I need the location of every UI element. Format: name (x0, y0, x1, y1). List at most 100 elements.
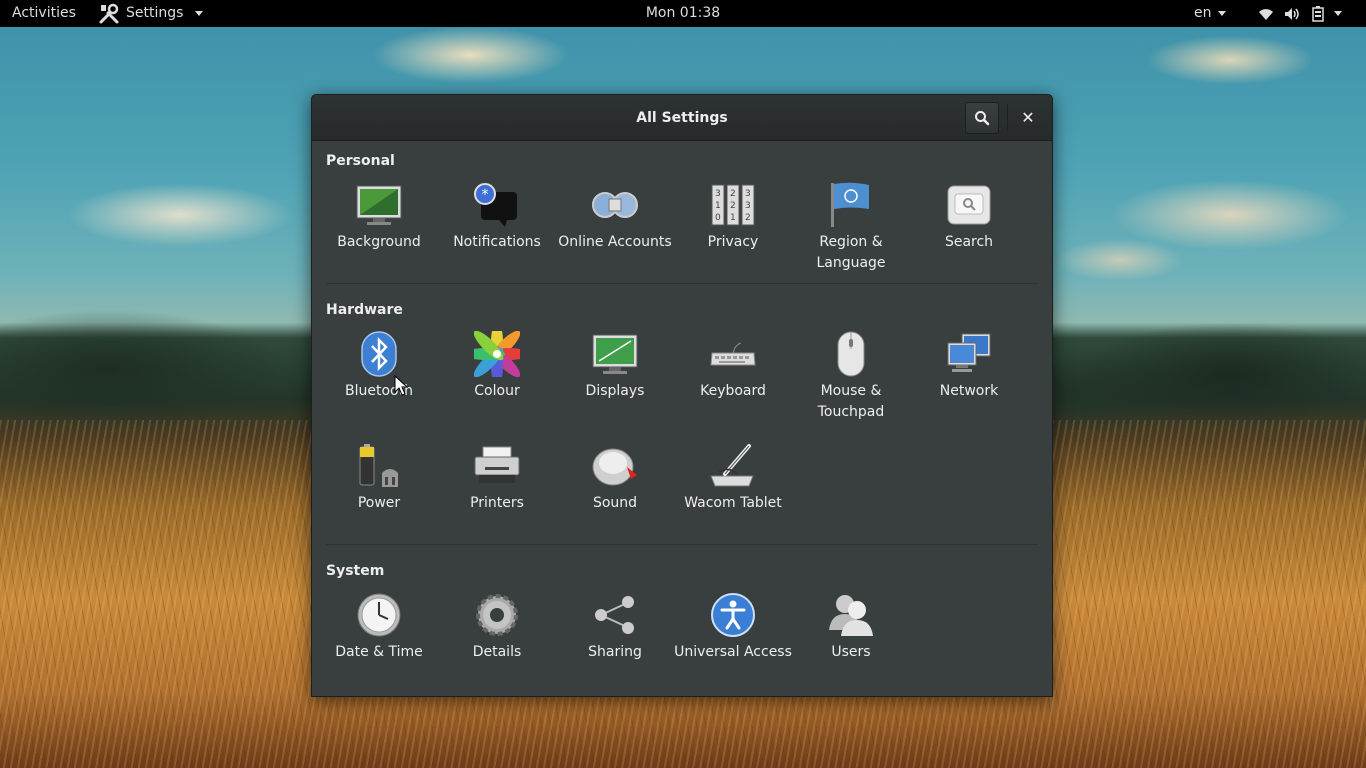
panel-label: Date & Time (335, 644, 423, 660)
panel-details[interactable]: Details (438, 591, 556, 663)
panel-sharing[interactable]: Sharing (556, 591, 674, 663)
section-title-system: System (326, 563, 385, 579)
panel-background[interactable]: Background (320, 181, 438, 253)
header-separator (1007, 104, 1008, 131)
tools-icon (99, 3, 119, 23)
window-title: All Settings (636, 110, 728, 126)
display-icon (591, 330, 639, 378)
colour-icon (473, 330, 521, 378)
wifi-icon (1259, 8, 1273, 20)
panel-label: Keyboard (700, 383, 766, 399)
panel-label: Power (357, 495, 401, 511)
panel-privacy[interactable]: 310221332 Privacy (674, 181, 792, 253)
flag-icon (827, 181, 875, 229)
search-icon (975, 111, 990, 126)
battery-icon (355, 442, 403, 490)
panel-region-language[interactable]: Region & Language (792, 181, 910, 274)
share-icon (591, 591, 639, 639)
svg-text:0: 0 (715, 213, 721, 223)
panel-power[interactable]: Power (320, 442, 438, 514)
mouse-icon (827, 330, 875, 378)
printer-icon (473, 442, 521, 490)
app-menu-label: Settings (126, 5, 184, 21)
svg-text:1: 1 (715, 201, 721, 211)
panel-universal-access[interactable]: Universal Access (674, 591, 792, 663)
close-icon: ✕ (1021, 107, 1035, 127)
privacy-icon: 310221332 (709, 181, 757, 229)
notifications-icon: * (473, 181, 521, 229)
panel-printers[interactable]: Printers (438, 442, 556, 514)
panel-label: Bluetooth (345, 383, 413, 399)
top-bar: Activities Settings Mon 01:38 en (0, 0, 1366, 27)
panel-label: Mouse & Touchpad (817, 383, 885, 420)
panel-label: Sharing (588, 644, 642, 660)
panel-users[interactable]: Users (792, 591, 910, 663)
header-bar: All Settings ✕ (312, 95, 1052, 141)
settings-window: All Settings ✕ Personal Background * Not… (311, 94, 1053, 697)
panel-label: Privacy (707, 234, 759, 250)
search-icon (945, 181, 993, 229)
panel-label: Notifications (453, 234, 541, 250)
panel-bluetooth[interactable]: Bluetooth (320, 330, 438, 402)
chevron-down-icon (1217, 10, 1226, 16)
panel-label: Online Accounts (558, 234, 672, 250)
search-button[interactable] (965, 102, 999, 134)
panel-displays[interactable]: Displays (556, 330, 674, 402)
background-icon (355, 181, 403, 229)
section-divider (326, 283, 1038, 284)
clock[interactable]: Mon 01:38 (646, 5, 720, 21)
svg-text:2: 2 (730, 201, 736, 211)
bluetooth-icon (355, 330, 403, 378)
panel-label: Wacom Tablet (684, 495, 782, 511)
svg-text:2: 2 (745, 213, 751, 223)
panel-colour[interactable]: Colour (438, 330, 556, 402)
svg-text:3: 3 (745, 201, 751, 211)
panel-label: Displays (585, 383, 645, 399)
section-title-hardware: Hardware (326, 302, 403, 318)
keyboard-language-indicator[interactable]: en (1194, 0, 1226, 27)
panel-wacom-tablet[interactable]: Wacom Tablet (674, 442, 792, 514)
svg-text:*: * (482, 187, 489, 203)
clock-area: Mon 01:38 (0, 0, 1366, 27)
clock-icon (355, 591, 403, 639)
svg-text:3: 3 (745, 189, 751, 199)
chevron-down-icon (1334, 11, 1342, 16)
panel-label: Users (831, 644, 871, 660)
users-icon (827, 591, 875, 639)
svg-text:2: 2 (730, 189, 736, 199)
panel-network[interactable]: Network (910, 330, 1028, 402)
keyboard-icon (709, 330, 757, 378)
panel-label: Universal Access (674, 644, 792, 660)
gear-icon (473, 591, 521, 639)
panel-search[interactable]: Search (910, 181, 1028, 253)
svg-text:1: 1 (730, 213, 736, 223)
close-button[interactable]: ✕ (1016, 102, 1040, 132)
sound-icon (591, 442, 639, 490)
accessibility-icon (709, 591, 757, 639)
panel-label: Details (472, 644, 522, 660)
panel-sound[interactable]: Sound (556, 442, 674, 514)
svg-text:3: 3 (715, 189, 721, 199)
panel-date-time[interactable]: Date & Time (320, 591, 438, 663)
panel-label: Colour (474, 383, 520, 399)
panel-label: Background (337, 234, 421, 250)
panel-keyboard[interactable]: Keyboard (674, 330, 792, 402)
section-divider (326, 544, 1038, 545)
panel-online-accounts[interactable]: Online Accounts (556, 181, 674, 253)
activities-button[interactable]: Activities (12, 0, 76, 27)
language-label: en (1194, 5, 1212, 21)
chevron-down-icon (195, 11, 204, 16)
volume-icon (1285, 7, 1299, 20)
panel-label: Search (944, 234, 994, 250)
battery-icon (1312, 5, 1324, 22)
system-status-menu[interactable] (1258, 0, 1342, 27)
tablet-pen-icon (709, 442, 757, 490)
settings-panel-grid: Personal Background * Notifications Onli… (312, 141, 1052, 696)
app-menu-button[interactable]: Settings (98, 0, 204, 27)
panel-mouse-touchpad[interactable]: Mouse & Touchpad (792, 330, 910, 423)
panel-notifications[interactable]: * Notifications (438, 181, 556, 253)
section-title-personal: Personal (326, 153, 395, 169)
panel-label: Network (939, 383, 999, 399)
online-accounts-icon (591, 181, 639, 229)
panel-label: Sound (592, 495, 638, 511)
